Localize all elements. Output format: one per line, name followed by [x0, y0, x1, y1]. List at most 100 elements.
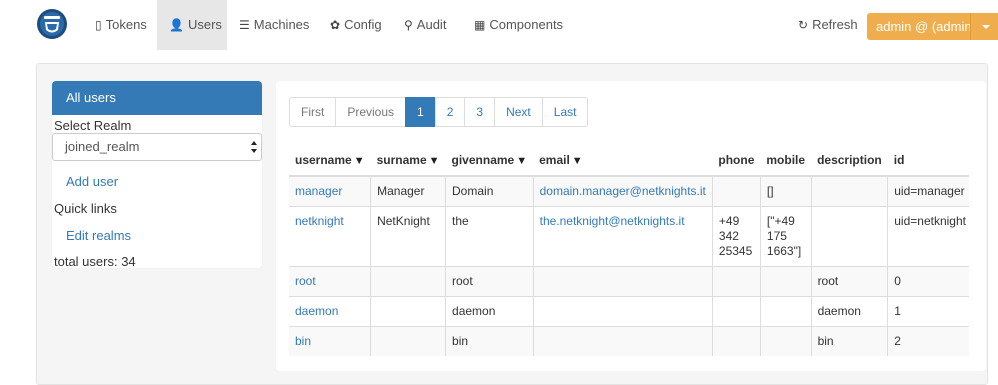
- description-cell: root: [810, 266, 888, 297]
- privacyidea-logo[interactable]: [36, 7, 68, 41]
- mobile-cell: [759, 296, 812, 327]
- admin-label: admin @ (admin): [876, 19, 976, 34]
- all-users-label: All users: [66, 90, 116, 105]
- sidebar-item-all-users[interactable]: All users: [52, 81, 262, 115]
- top-navbar: ▯ Tokens 👤 Users ☰ Machines ✿ Config ⚲ Audit …: [0, 0, 998, 50]
- refresh-button[interactable]: ↻ Refresh: [798, 0, 858, 50]
- id-cell: 2: [887, 326, 969, 356]
- nav-components[interactable]: ▦ Components: [462, 0, 572, 50]
- nav-config[interactable]: ✿ Config: [318, 0, 392, 50]
- page-2[interactable]: 2: [434, 97, 466, 127]
- username-link[interactable]: daemon: [295, 304, 338, 318]
- description-cell: daemon: [810, 296, 888, 327]
- mobile-cell: ["+49 175 1663"]: [759, 206, 812, 267]
- description-cell: [810, 206, 888, 267]
- col-description: description: [811, 145, 888, 177]
- phone-cell: [711, 175, 761, 207]
- surname-cell: NetKnight: [370, 206, 446, 267]
- nav-tokens-label: Tokens: [105, 17, 147, 32]
- table-row: daemon daemon daemon 1: [289, 296, 969, 327]
- add-user-link[interactable]: Add user: [66, 174, 118, 189]
- total-users-count: total users: 34: [54, 254, 136, 269]
- page-1[interactable]: 1: [405, 97, 436, 127]
- search-icon: ⚲: [404, 18, 413, 32]
- surname-cell: Manager: [370, 175, 446, 207]
- username-link[interactable]: manager: [295, 184, 342, 198]
- user-icon: 👤: [169, 18, 184, 32]
- table-row: manager Manager Domain domain.manager@ne…: [289, 175, 969, 207]
- sidebar: All users Select Realm joined_realm Add …: [52, 81, 262, 269]
- nav-tokens[interactable]: ▯ Tokens: [83, 0, 157, 50]
- page-3[interactable]: 3: [464, 97, 496, 127]
- mobile-cell: [759, 326, 812, 356]
- nav-users[interactable]: 👤 Users: [157, 0, 227, 50]
- givenname-cell: bin: [445, 326, 534, 356]
- page-next[interactable]: Next: [494, 97, 543, 127]
- surname-cell: [370, 326, 446, 356]
- pagination: First Previous 1 2 3 Next Last: [289, 97, 589, 127]
- givenname-cell: root: [445, 266, 534, 297]
- refresh-label: Refresh: [812, 17, 858, 32]
- mobile-cell: []: [759, 175, 812, 207]
- filter-icon[interactable]: ▼: [516, 155, 527, 167]
- tablet-icon: ▯: [95, 18, 102, 32]
- users-table-wrapper: username ▼ surname ▼ givenname ▼ email ▼ pho…: [289, 145, 969, 370]
- surname-cell: [370, 296, 446, 327]
- nav-audit[interactable]: ⚲ Audit: [392, 0, 462, 50]
- admin-menu-button[interactable]: admin @ (admin): [867, 13, 998, 40]
- server-icon: ☰: [239, 18, 250, 32]
- id-cell: uid=netknight: [887, 206, 969, 267]
- table-header-row: username ▼ surname ▼ givenname ▼ email ▼ pho…: [289, 145, 969, 177]
- id-cell: 1: [887, 296, 969, 327]
- mobile-cell: [759, 266, 812, 297]
- col-mobile: mobile: [760, 145, 812, 177]
- filter-icon[interactable]: ▼: [429, 155, 440, 167]
- chevron-down-icon[interactable]: [970, 13, 998, 40]
- table-row: root root root 0: [289, 266, 969, 297]
- page-previous[interactable]: Previous: [335, 97, 407, 127]
- nav-users-label: Users: [187, 17, 222, 32]
- page-last[interactable]: Last: [541, 97, 589, 127]
- phone-cell: [711, 296, 761, 327]
- nav-audit-label: Audit: [416, 17, 447, 32]
- gear-icon: ✿: [330, 18, 341, 32]
- nav-config-label: Config: [344, 17, 382, 32]
- username-link[interactable]: root: [295, 274, 316, 288]
- username-link[interactable]: netknight: [295, 214, 344, 228]
- quick-links-label: Quick links: [54, 201, 117, 216]
- col-id: id: [887, 145, 969, 177]
- description-cell: [810, 175, 888, 207]
- phone-cell: +49 342 25345: [711, 206, 761, 267]
- realm-select-value: joined_realm: [65, 139, 140, 154]
- realm-select[interactable]: joined_realm: [52, 133, 262, 161]
- select-arrows-icon: [251, 141, 257, 153]
- id-cell: uid=manager: [887, 175, 969, 207]
- nav-components-label: Components: [489, 17, 564, 32]
- description-cell: bin: [810, 326, 888, 356]
- edit-realms-link[interactable]: Edit realms: [66, 228, 131, 243]
- filter-icon[interactable]: ▼: [572, 155, 583, 167]
- email-link[interactable]: the.netknight@netknights.it: [540, 214, 685, 228]
- username-link[interactable]: bin: [295, 334, 311, 348]
- id-cell: 0: [887, 266, 969, 297]
- col-surname[interactable]: surname ▼: [370, 145, 446, 177]
- col-givenname[interactable]: givenname ▼: [445, 145, 534, 177]
- givenname-cell: the: [445, 206, 534, 267]
- email-link[interactable]: domain.manager@netknights.it: [540, 184, 706, 198]
- filter-icon[interactable]: ▼: [354, 155, 365, 167]
- phone-cell: [711, 326, 761, 356]
- col-phone: phone: [712, 145, 761, 177]
- col-email[interactable]: email ▼: [533, 145, 713, 177]
- list-icon: ▦: [474, 18, 486, 32]
- surname-cell: [370, 266, 446, 297]
- table-row: netknight NetKnight the the.netknight@ne…: [289, 206, 969, 267]
- page-first[interactable]: First: [289, 97, 337, 127]
- givenname-cell: daemon: [445, 296, 534, 327]
- givenname-cell: Domain: [445, 175, 534, 207]
- col-username[interactable]: username ▼: [289, 145, 371, 177]
- nav-machines[interactable]: ☰ Machines: [227, 0, 315, 50]
- table-row: bin bin bin 2: [289, 326, 969, 356]
- users-table: username ▼ surname ▼ givenname ▼ email ▼ pho…: [289, 145, 969, 356]
- phone-cell: [711, 266, 761, 297]
- refresh-icon: ↻: [798, 18, 809, 32]
